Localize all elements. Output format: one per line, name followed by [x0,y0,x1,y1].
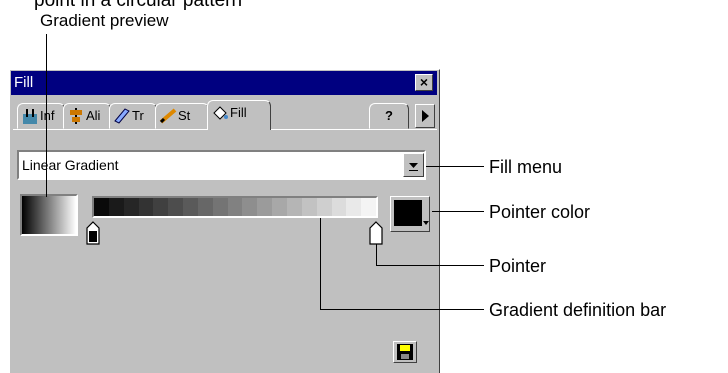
tab-transform[interactable]: Tr [109,103,157,129]
tab-transform-label: Tr [132,108,144,123]
gradient-segment [168,198,184,216]
tab-fill-label: Fill [230,105,247,120]
left-pointer[interactable] [86,221,100,245]
gradient-segment [331,198,347,216]
tab-info-label: Inf [40,108,55,123]
gradient-segment [301,198,317,216]
transform-icon [114,108,130,124]
right-pointer-fill [372,231,380,242]
gradient-segment [286,198,302,216]
stroke-icon [159,108,177,124]
tab-help[interactable]: ? [369,103,409,129]
gradient-segment [361,198,377,216]
gradient-segment [197,198,213,216]
panel-title: Fill [14,74,34,91]
chevron-down-icon [423,221,429,225]
gradient-segment [212,198,228,216]
pointer-color-callout: Pointer color [489,202,591,222]
gradient-segment [316,198,332,216]
panel-titlebar[interactable] [11,71,437,95]
tab-align-label: Ali [86,108,101,123]
help-icon: ? [385,108,393,123]
gradient-segment [272,198,287,216]
gradient-preview-caption: Gradient preview [40,11,169,30]
right-pointer[interactable] [369,221,383,245]
gradient-preview-leader [46,34,47,197]
gradient-segment [227,198,243,216]
tab-stroke[interactable]: St [155,103,209,129]
arrow-right-icon [422,110,429,122]
gradient-segment [123,198,139,216]
info-icon [23,109,37,124]
gradient-segment [138,198,154,216]
chevron-down-icon [409,163,418,171]
gradient-segment [257,198,273,216]
save-button[interactable] [393,341,417,363]
gradient-definition-bar-callout: Gradient definition bar [489,300,667,320]
pointer-callout: Pointer [489,256,547,276]
pointer-leader-vertical [376,244,377,265]
gradient-definition-bar[interactable] [92,196,378,218]
fill-menu-value: Linear Gradient [22,157,119,173]
tab-stroke-label: St [178,108,191,123]
pointer-leader [376,265,484,266]
gradient-bar-leader-vertical [320,218,321,309]
fill-menu-leader [426,166,484,167]
close-button[interactable]: × [415,74,433,91]
gradient-segment [153,198,169,216]
gradient-segment [108,198,124,216]
pointer-color-leader [432,211,484,212]
align-icon [70,108,82,124]
close-icon: × [419,74,429,90]
fill-menu-callout: Fill menu [489,157,563,177]
top-caption-text: point in a circular pattern [34,0,243,11]
paint-bucket-icon [213,106,228,120]
gradient-segment [183,198,198,216]
pointer-color-swatch [394,200,422,226]
gradient-preview [20,194,78,236]
gradient-segment [346,198,362,216]
tab-fill[interactable]: Fill [207,100,271,130]
left-pointer-fill [89,231,97,242]
gradient-segment [242,198,258,216]
gradient-bar-leader [320,309,484,310]
gradient-segment [94,198,109,216]
tab-info[interactable]: Inf [17,103,65,129]
floppy-disk-icon [397,344,413,360]
panel-tabs: Inf Ali Tr St Fill ? [13,100,437,130]
tab-align[interactable]: Ali [63,103,111,129]
tab-scroll-button[interactable] [415,104,435,128]
fill-menu-button[interactable] [403,153,424,177]
